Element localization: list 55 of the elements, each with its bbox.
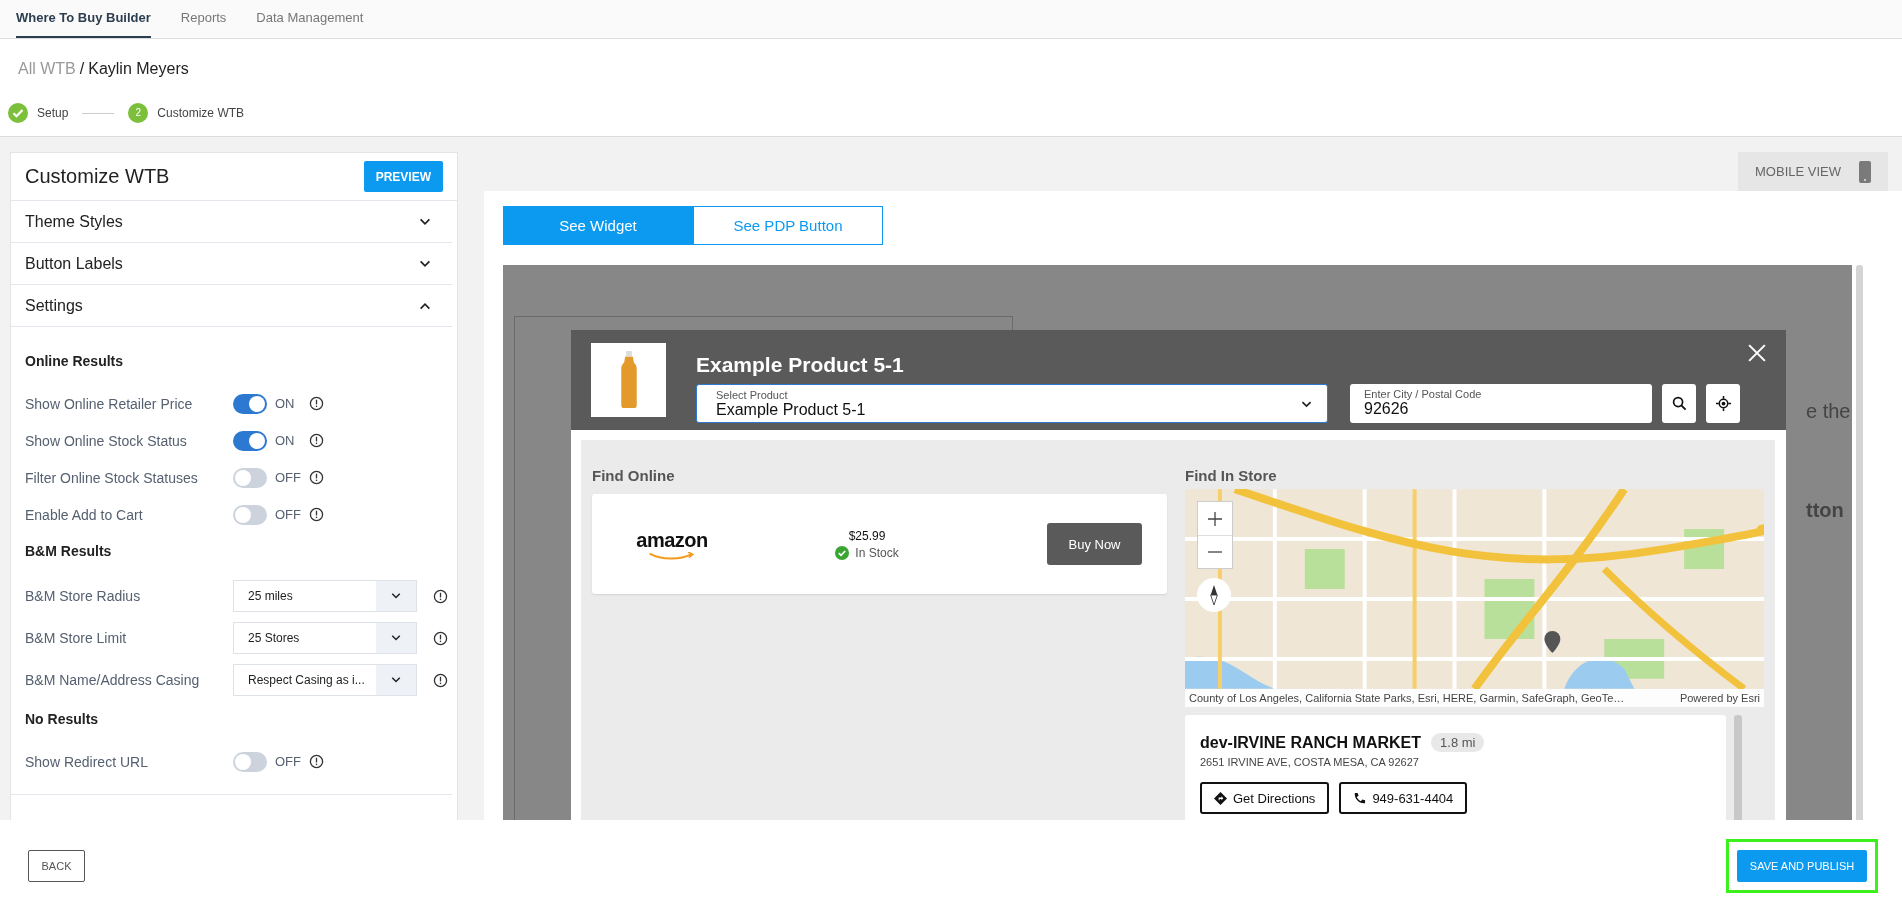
toggle-state: ON (275, 396, 296, 411)
product-dropdown[interactable]: Select Product Example Product 5-1 (696, 384, 1328, 423)
setting-label: Show Online Stock Status (25, 432, 188, 449)
group-heading: Online Results (25, 353, 125, 369)
setting-label: B&M Name/Address Casing (25, 672, 201, 688)
store-address: 2651 IRVINE AVE, COSTA MESA, CA 92627 (1200, 756, 1420, 768)
section-heading: Find In Store (1185, 467, 1278, 484)
section-heading: Find Online (592, 467, 676, 484)
field-value: Example Product 5-1 (716, 401, 867, 419)
nav-tab[interactable]: Reports (180, 0, 227, 28)
setting-label: Filter Online Stock Statuses (25, 469, 199, 486)
price: $25.99 (848, 528, 886, 543)
dropdown[interactable]: 25 Stores (233, 622, 417, 654)
accordion-header[interactable]: Theme Styles (11, 201, 452, 243)
toggle-state: OFF (275, 507, 302, 522)
nav-tab[interactable]: Data Management (256, 0, 364, 28)
setting-label: Enable Add to Cart (25, 506, 144, 523)
buy-now-button[interactable]: Buy Now (1047, 523, 1142, 565)
location-field[interactable]: Enter City / Postal Code 92626 (1350, 384, 1652, 423)
background-text: tton (1806, 499, 1844, 522)
store-name: dev-IRVINE RANCH MARKET (1200, 733, 1422, 752)
group-heading: No Results (25, 711, 100, 727)
accordion-header[interactable]: Button Labels (11, 243, 452, 285)
breadcrumb-current: Kaylin Meyers (88, 60, 189, 77)
phone-button[interactable]: 949-631-4404 (1339, 782, 1468, 814)
breadcrumb-separator: / (79, 60, 85, 77)
mobile-view-button[interactable]: MOBILE VIEW (1738, 152, 1888, 191)
step-label: Setup (37, 106, 69, 120)
map-credit: Powered by Esri (1679, 692, 1760, 704)
field-label: Select Product (716, 389, 789, 401)
distance-badge: 1.8 mi (1431, 733, 1485, 752)
panel-title: Customize WTB (25, 165, 170, 188)
product-title: Example Product 5-1 (696, 353, 905, 378)
retailer-logo: amazon (636, 528, 708, 552)
group-heading: B&M Results (25, 543, 113, 559)
step-label: Customize WTB (157, 106, 245, 120)
accordion-header[interactable]: Settings (11, 285, 452, 327)
map-attribution: County of Los Angeles, California State Parks, Esri, HERE, Garmin, SafeGraph, GeoTe… (1189, 692, 1625, 704)
toggle-state: OFF (275, 754, 302, 769)
field-value: 92626 (1364, 400, 1410, 418)
step-number: 2 (128, 103, 149, 123)
background-text: e the (1806, 400, 1851, 423)
setting-label: B&M Store Radius (25, 588, 142, 604)
nav-tab[interactable]: Where To Buy Builder (16, 0, 151, 38)
toggle-state: ON (275, 433, 296, 448)
back-button[interactable]: BACK (28, 849, 85, 882)
setting-label: Show Redirect URL (25, 753, 149, 770)
directions-button[interactable]: Get Directions (1200, 782, 1330, 814)
dropdown[interactable]: Respect Casing as i... (233, 664, 417, 696)
setting-label: B&M Store Limit (25, 630, 128, 646)
dropdown[interactable]: 25 miles (233, 580, 417, 612)
toggle-state: OFF (275, 470, 302, 485)
setting-label: Show Online Retailer Price (25, 395, 194, 412)
stock-status: In Stock (855, 545, 899, 560)
field-label: Enter City / Postal Code (1364, 388, 1483, 400)
